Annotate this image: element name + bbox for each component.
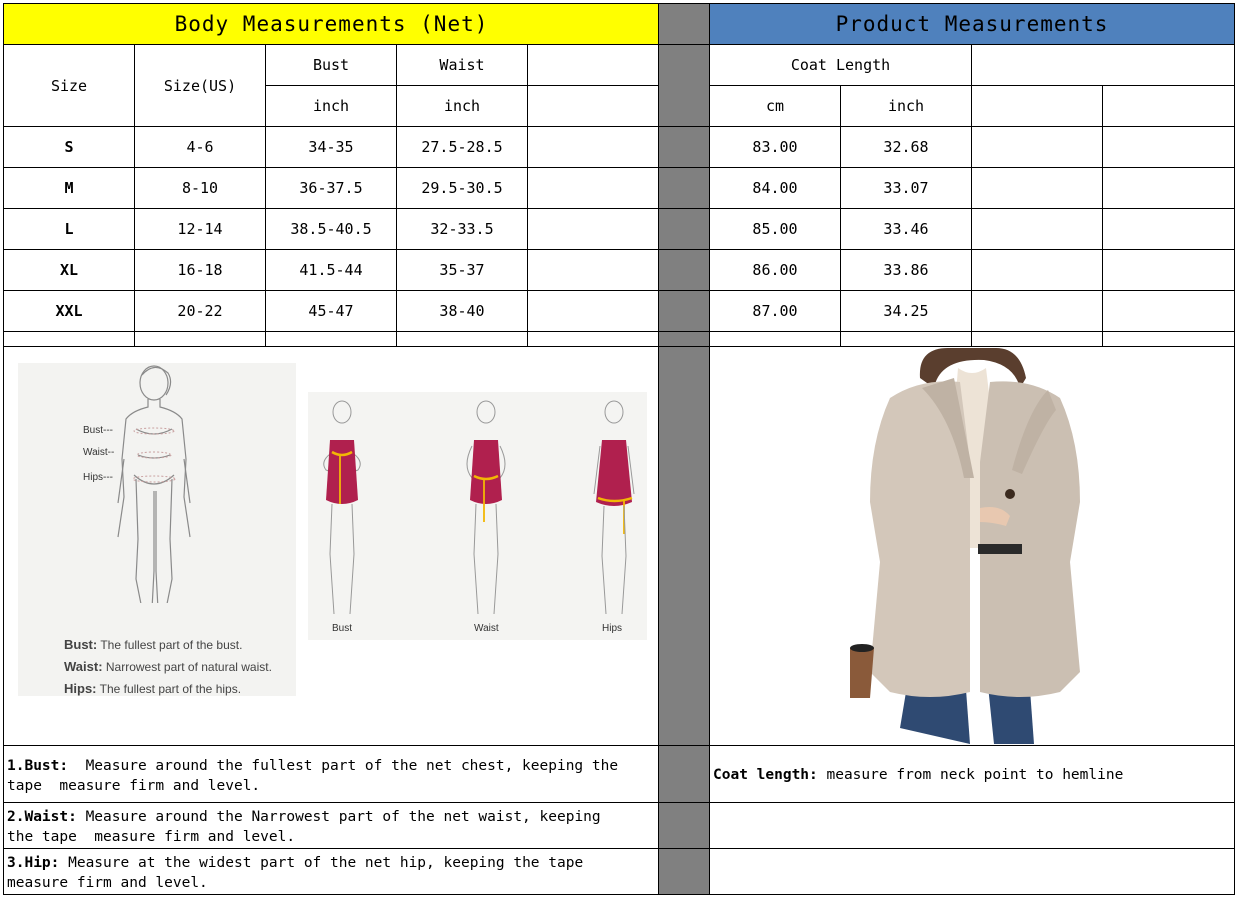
coat-product-image	[830, 348, 1100, 744]
bust-cell: 34-35	[308, 138, 354, 156]
size-cell: S	[64, 138, 74, 156]
dress-figure-bust	[323, 400, 361, 615]
coat-cm-cell: 83.00	[752, 138, 798, 156]
coat-cm-cell: 84.00	[752, 179, 798, 197]
note-hip: 3.Hip: Measure at the widest part of the…	[4, 853, 658, 893]
size-us-cell: 20-22	[177, 302, 223, 320]
waist-def-text: Narrowest part of natural waist.	[105, 660, 272, 674]
dress-label-hips: Hips	[602, 623, 623, 634]
bust-cell: 45-47	[308, 302, 354, 320]
note-bust-key: 1.Bust:	[7, 758, 69, 774]
size-cell: M	[64, 179, 74, 197]
coat-illustration	[850, 348, 1080, 744]
dress-figures-illustration	[323, 400, 635, 615]
coat-inch-cell: 34.25	[883, 302, 929, 320]
unit-cm: cm	[765, 97, 785, 115]
size-cell: XXL	[55, 302, 83, 320]
hips-def-label: Hips:	[64, 681, 97, 696]
size-us-cell: 16-18	[177, 261, 223, 279]
unit-bust: inch	[312, 97, 350, 115]
bust-cell: 41.5-44	[299, 261, 363, 279]
waist-tag: Waist--	[83, 447, 115, 458]
unit-waist: inch	[443, 97, 481, 115]
waist-cell: 27.5-28.5	[421, 138, 503, 156]
bust-tag: Bust---	[83, 425, 113, 436]
header-waist: Waist	[439, 56, 485, 74]
product-measurements-title: Product Measurements	[835, 12, 1109, 36]
body-measurements-header: Body Measurements (Net)	[4, 4, 659, 44]
coat-inch-cell: 32.68	[883, 138, 929, 156]
waist-cell: 29.5-30.5	[421, 179, 503, 197]
note-waist-key: 2.Waist:	[7, 809, 77, 825]
body-measure-figure: Bust--- Waist-- Hips--- Bust: The fulles…	[18, 363, 296, 696]
note-coat-key: Coat length:	[713, 767, 818, 783]
coat-cm-cell: 86.00	[752, 261, 798, 279]
coat-inch-cell: 33.07	[883, 179, 929, 197]
unit-inch: inch	[887, 97, 925, 115]
size-cell: XL	[59, 261, 79, 279]
note-bust: 1.Bust: Measure around the fullest part …	[4, 756, 658, 796]
waist-def-label: Waist:	[64, 659, 103, 674]
header-coat-length: Coat Length	[790, 56, 891, 74]
header-bust: Bust	[312, 56, 350, 74]
coat-inch-cell: 33.86	[883, 261, 929, 279]
coat-cm-cell: 87.00	[752, 302, 798, 320]
waist-cell: 35-37	[439, 261, 485, 279]
waist-cell: 38-40	[439, 302, 485, 320]
hips-def-text: The fullest part of the hips.	[99, 682, 242, 696]
note-bust-text1: Measure around the fullest part of the n…	[68, 758, 619, 774]
dress-figure-hips	[593, 400, 635, 615]
size-us-cell: 4-6	[186, 138, 214, 156]
dress-label-waist: Waist	[474, 623, 499, 634]
waist-cell: 32-33.5	[430, 220, 494, 238]
note-coat-length: Coat length: measure from neck point to …	[710, 765, 1234, 785]
header-size-us: Size(US)	[163, 76, 237, 95]
bust-def-label: Bust:	[64, 637, 98, 652]
dress-figure-waist	[466, 400, 506, 615]
header-size: Size	[50, 76, 88, 95]
note-coat-text: measure from neck point to hemline	[817, 767, 1124, 783]
body-outline-illustration	[117, 365, 191, 603]
coat-cm-cell: 85.00	[752, 220, 798, 238]
dress-label-bust: Bust	[332, 623, 353, 634]
note-hip-text1: Measure at the widest part of the net hi…	[59, 855, 584, 871]
body-measurements-title: Body Measurements (Net)	[174, 12, 489, 36]
note-hip-key: 3.Hip:	[7, 855, 60, 871]
note-waist: 2.Waist: Measure around the Narrowest pa…	[4, 807, 658, 847]
product-measurements-header: Product Measurements	[710, 4, 1234, 44]
coat-inch-cell: 33.46	[883, 220, 929, 238]
size-cell: L	[64, 220, 74, 238]
note-bust-text2: tape measure firm and level.	[7, 778, 261, 794]
hips-tag: Hips---	[83, 472, 113, 483]
note-waist-text2: the tape measure firm and level.	[7, 829, 296, 845]
size-us-cell: 12-14	[177, 220, 223, 238]
bust-cell: 38.5-40.5	[290, 220, 372, 238]
bust-def-text: The fullest part of the bust.	[100, 638, 243, 652]
dress-measure-figure: Bust Waist Hips	[308, 392, 647, 640]
note-waist-text1: Measure around the Narrowest part of the…	[76, 809, 601, 825]
size-us-cell: 8-10	[181, 179, 219, 197]
gray-divider-column	[659, 4, 710, 894]
note-hip-text2: measure firm and level.	[7, 875, 208, 891]
bust-cell: 36-37.5	[299, 179, 363, 197]
